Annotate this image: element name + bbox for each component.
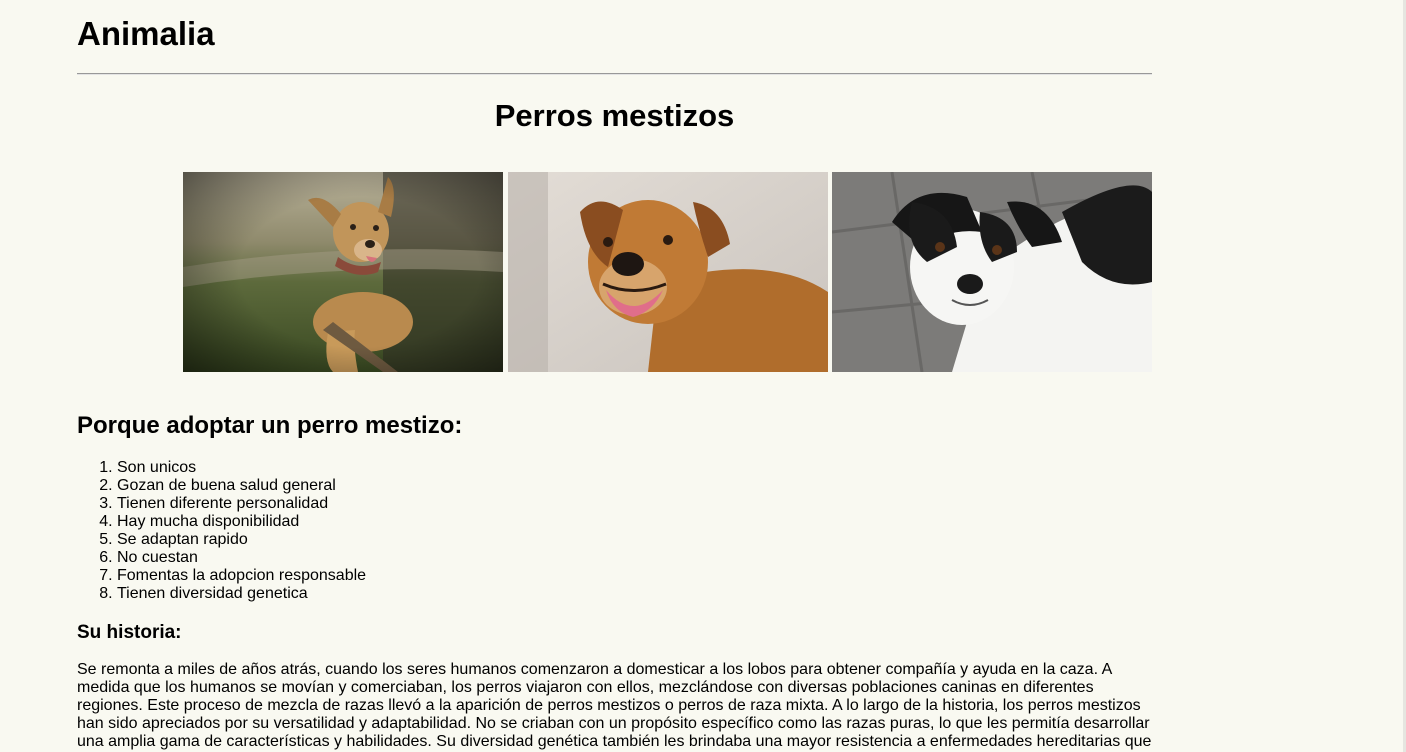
list-item: Tienen diversidad genetica: [117, 585, 366, 603]
dog-photo-3: [832, 172, 1152, 372]
reasons-list: Son unicos Gozan de buena salud general …: [77, 459, 366, 603]
history-heading: Su historia:: [77, 622, 182, 643]
list-item: Gozan de buena salud general: [117, 477, 366, 495]
page-title: Perros mestizos: [494, 98, 735, 133]
dog-photo-2: [508, 172, 828, 372]
list-item: No cuestan: [117, 549, 366, 567]
reasons-heading: Porque adoptar un perro mestizo:: [77, 412, 463, 439]
list-item: Tienen diferente personalidad: [117, 495, 366, 513]
list-item: Son unicos: [117, 459, 366, 477]
list-item: Fomentas la adopcion responsable: [117, 567, 366, 585]
header-divider: [77, 73, 1152, 75]
history-paragraph: Se remonta a miles de años atrás, cuando…: [77, 661, 1152, 750]
photo-gallery: [183, 172, 1152, 372]
dog-photo-1: [183, 172, 503, 372]
site-title: Animalia: [77, 15, 215, 52]
list-item: Se adaptan rapido: [117, 531, 366, 549]
list-item: Hay mucha disponibilidad: [117, 513, 366, 531]
